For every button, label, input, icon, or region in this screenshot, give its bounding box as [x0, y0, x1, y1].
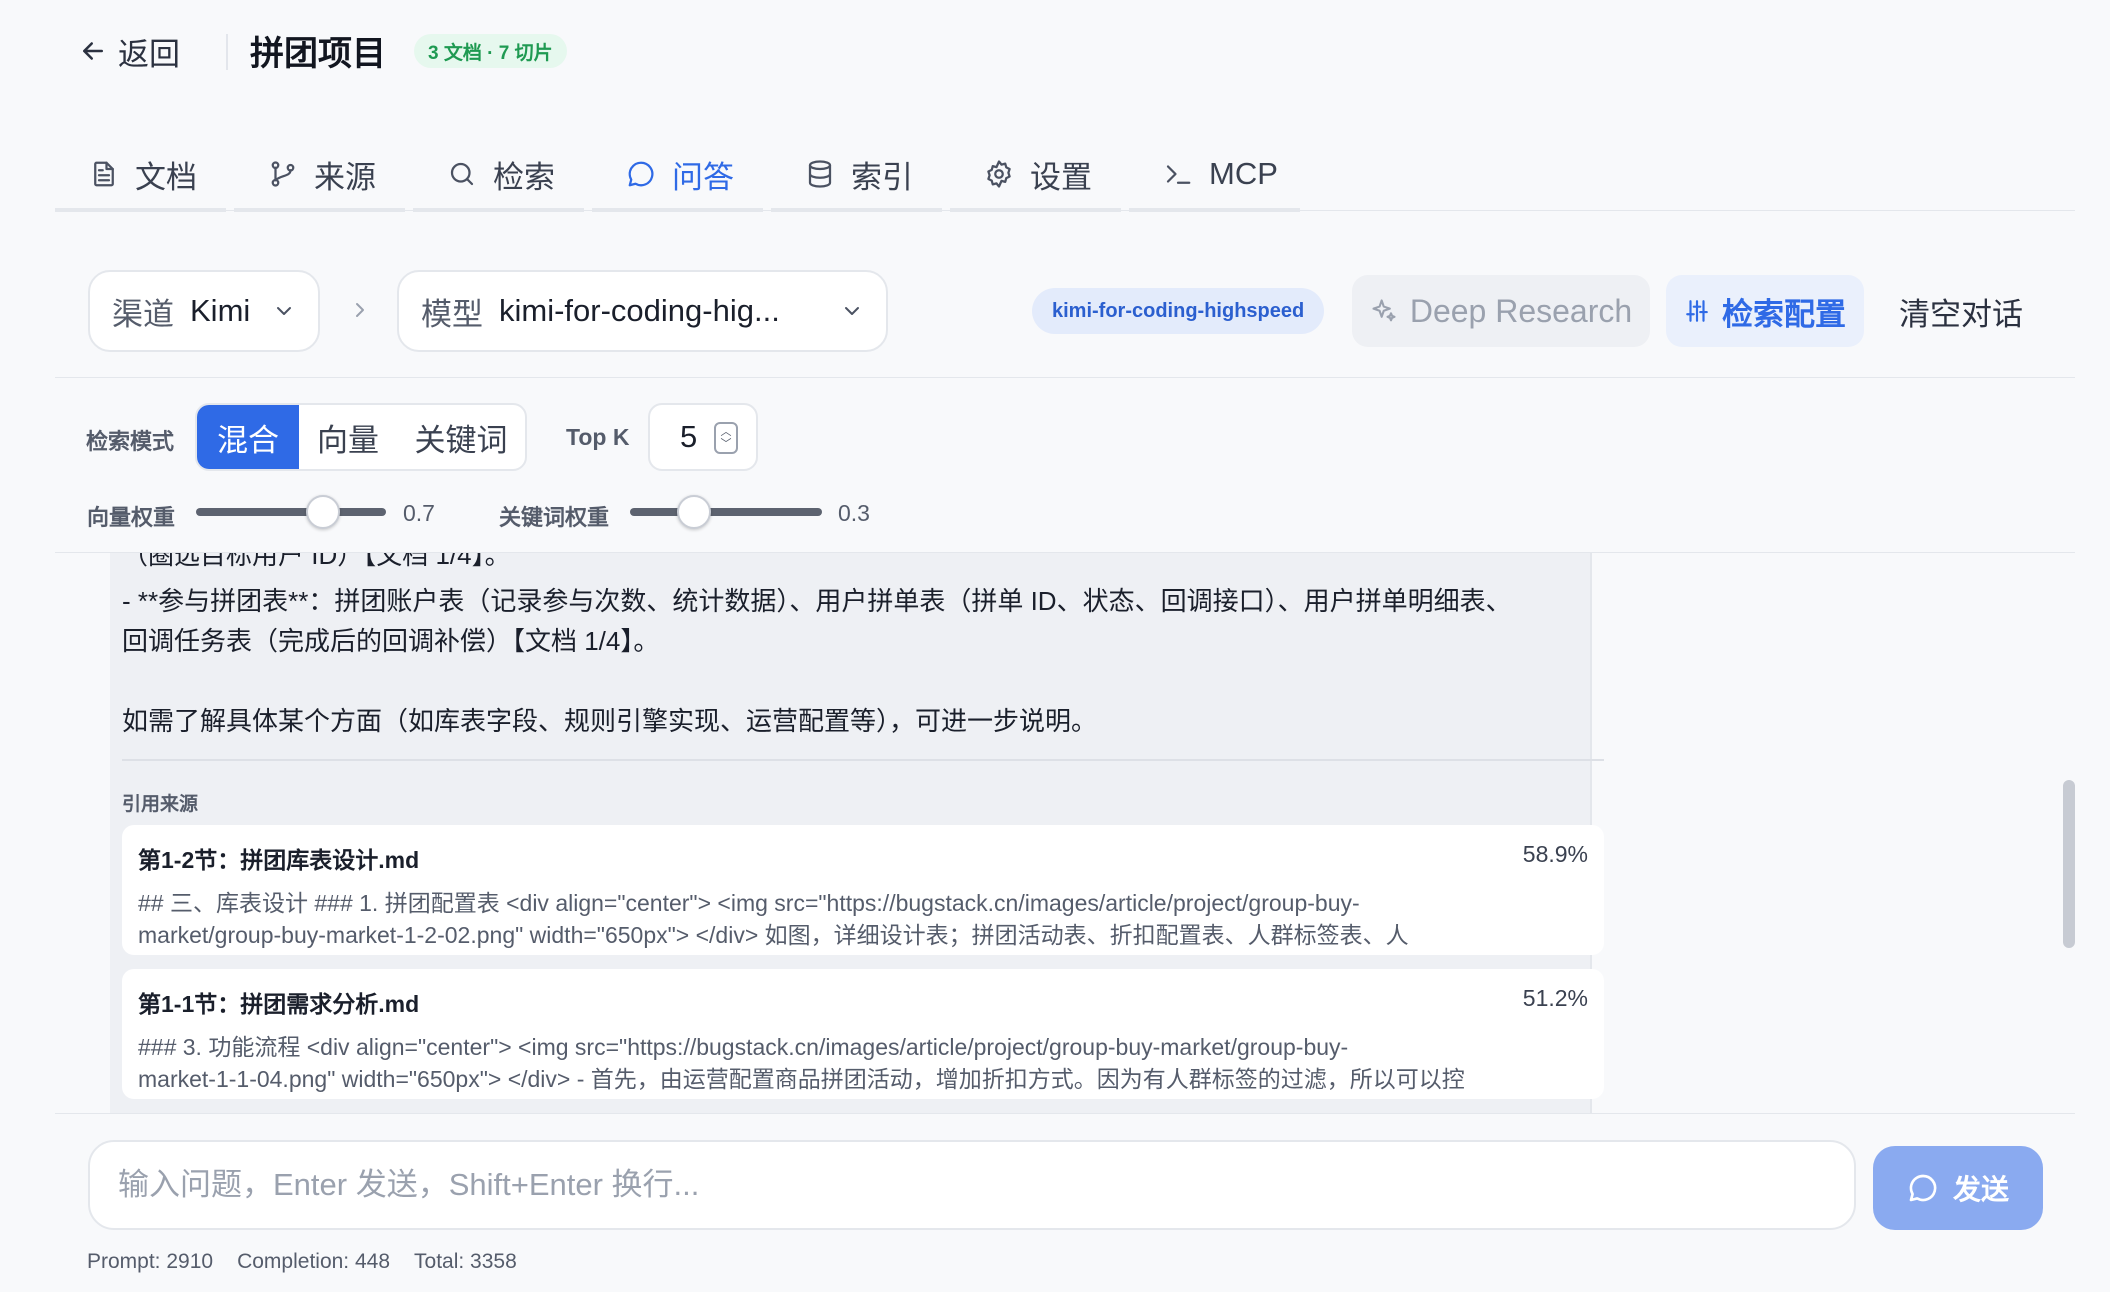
tab-bar: 文档 来源 检索 问答 索引 设置 MCP — [55, 140, 1300, 212]
question-input[interactable] — [88, 1140, 1856, 1230]
gear-icon — [987, 160, 1011, 188]
mode-hybrid-option[interactable]: 混合 — [197, 405, 299, 469]
sliders-icon — [1686, 300, 1708, 322]
message-divider — [122, 759, 1604, 761]
reference-snippet: ## 三、库表设计 ### 1. 拼团配置表 <div align="cente… — [138, 887, 1588, 951]
completion-tokens: Completion: 448 — [237, 1250, 391, 1273]
vector-weight-label: 向量权重 — [87, 505, 176, 530]
references-label: 引用来源 — [122, 794, 199, 815]
keyword-weight-value: 0.3 — [838, 500, 870, 526]
deep-research-button[interactable]: Deep Research — [1352, 275, 1650, 347]
header-divider — [226, 34, 228, 70]
tab-label: 设置 — [1030, 159, 1092, 195]
chevron-down-icon — [277, 307, 291, 315]
file-icon — [94, 161, 114, 187]
tab-mcp[interactable]: MCP — [1129, 140, 1300, 212]
deep-research-label: Deep Research — [1409, 292, 1633, 329]
channel-value: Kimi — [190, 293, 251, 328]
tab-qa[interactable]: 问答 — [592, 140, 763, 212]
search-icon — [450, 162, 474, 186]
doc-count-badge: 3 文档 · 7 切片 — [414, 34, 567, 68]
chat-scrollbar[interactable] — [2063, 780, 2075, 948]
tab-search[interactable]: 检索 — [413, 140, 584, 212]
tab-documents[interactable]: 文档 — [55, 140, 226, 212]
vector-weight-thumb[interactable] — [306, 495, 340, 529]
keyword-weight-label: 关键词权重 — [499, 505, 610, 530]
channel-label: 渠道 — [112, 296, 174, 332]
reference-card[interactable]: 第1-1节：拼团需求分析.md 51.2% ### 3. 功能流程 <div a… — [122, 969, 1604, 1099]
reference-score: 58.9% — [1522, 841, 1588, 867]
tab-label: 索引 — [851, 159, 913, 195]
model-label: 模型 — [421, 296, 483, 332]
tab-label: 文档 — [135, 159, 197, 195]
vector-weight-value: 0.7 — [403, 500, 435, 526]
tab-label: 来源 — [314, 159, 376, 195]
chat-icon — [1909, 1174, 1937, 1202]
reference-snippet-line: ## 三、库表设计 ### 1. 拼团配置表 <div align="cente… — [138, 890, 1360, 916]
reference-card[interactable]: 第1-2节：拼团库表设计.md 58.9% ## 三、库表设计 ### 1. 拼… — [122, 825, 1604, 955]
tab-label: 问答 — [672, 159, 734, 195]
back-label: 返回 — [118, 36, 180, 72]
reference-score: 51.2% — [1522, 985, 1588, 1011]
message-line: 如需了解具体某个方面（如库表字段、规则引擎实现、运营配置等），可进一步说明。 — [122, 706, 1098, 736]
composer-divider — [55, 1113, 2075, 1114]
prompt-tokens: Prompt: 2910 — [87, 1250, 214, 1273]
mode-vector-option[interactable]: 向量 — [299, 405, 397, 469]
tabs-divider — [55, 210, 2075, 211]
message-line: （圈选目标用户 ID）【文档 1/4】。 — [122, 553, 511, 570]
send-button[interactable]: 发送 — [1873, 1146, 2043, 1230]
reference-snippet-line: market/group-buy-market-1-2-02.png" widt… — [138, 922, 1409, 948]
reference-snippet: ### 3. 功能流程 <div align="center"> <img sr… — [138, 1031, 1588, 1095]
token-usage: Prompt: 2910 Completion: 448 Total: 3358 — [87, 1250, 517, 1274]
stepper-up-icon: ︿ — [720, 426, 732, 438]
stepper-down-icon: ﹀ — [720, 438, 732, 450]
tab-label: 检索 — [493, 159, 555, 195]
tab-sources[interactable]: 来源 — [234, 140, 405, 212]
database-icon — [808, 160, 832, 188]
clear-chat-button[interactable]: 清空对话 — [1878, 275, 2044, 347]
reference-snippet-line: ### 3. 功能流程 <div align="center"> <img sr… — [138, 1034, 1349, 1060]
topk-input[interactable]: 5 — [648, 403, 758, 471]
reference-title: 第1-1节：拼团需求分析.md — [138, 991, 420, 1017]
terminal-icon — [1166, 165, 1191, 184]
retrieval-mode-label: 检索模式 — [86, 429, 175, 454]
chat-scroll-area[interactable]: （圈选目标用户 ID）【文档 1/4】。 - **参与拼团表**：拼团账户表（记… — [55, 553, 1640, 1113]
git-branch-icon — [271, 161, 295, 187]
mode-keyword-option[interactable]: 关键词 — [397, 405, 525, 469]
tab-label: MCP — [1209, 156, 1278, 191]
chevron-right-icon — [356, 303, 364, 317]
retrieval-config-button[interactable]: 检索配置 — [1666, 275, 1864, 347]
model-value: kimi-for-coding-hig... — [499, 293, 780, 328]
message-line: - **参与拼团表**：拼团账户表（记录参与次数、统计数据）、用户拼单表（拼单 … — [122, 586, 1512, 616]
channel-select[interactable]: 渠道 Kimi — [88, 270, 320, 352]
tab-index[interactable]: 索引 — [771, 140, 942, 212]
arrow-left-icon — [83, 42, 103, 60]
sparkle-icon — [1372, 299, 1396, 322]
retrieval-mode-toggle: 混合 向量 关键词 — [195, 403, 527, 471]
chat-icon — [628, 161, 654, 187]
topk-label: Top K — [566, 424, 630, 450]
total-tokens: Total: 3358 — [414, 1250, 517, 1273]
message-line: 回调任务表（完成后的回调补偿）【文档 1/4】。 — [122, 626, 660, 656]
topk-stepper[interactable]: ︿ ﹀ — [714, 422, 738, 454]
model-select[interactable]: 模型 kimi-for-coding-hig... — [397, 270, 888, 352]
back-button[interactable]: 返回 — [78, 30, 180, 72]
reference-snippet-line: market-1-1-04.png" width="650px"> </div>… — [138, 1066, 1465, 1092]
retrieval-config-label: 检索配置 — [1722, 296, 1846, 332]
send-label: 发送 — [1952, 1174, 2009, 1205]
reference-title: 第1-2节：拼团库表设计.md — [138, 847, 420, 873]
vector-weight-slider[interactable] — [196, 508, 386, 516]
page-title: 拼团项目 — [250, 35, 386, 73]
model-tag: kimi-for-coding-highspeed — [1032, 288, 1325, 334]
keyword-weight-slider[interactable] — [630, 508, 822, 516]
keyword-weight-thumb[interactable] — [677, 495, 711, 529]
chevron-down-icon — [845, 307, 859, 315]
tab-settings[interactable]: 设置 — [950, 140, 1121, 212]
